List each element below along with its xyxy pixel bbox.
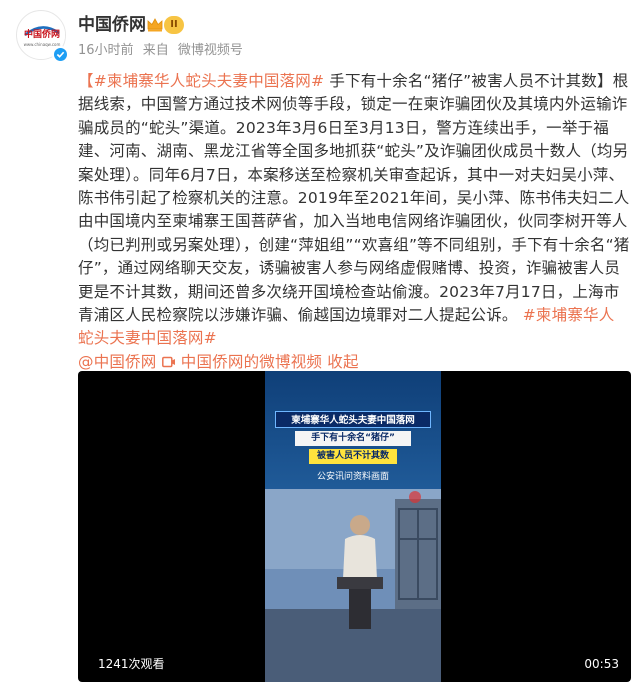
video-caption-3: 被害人员不计其数 (309, 449, 397, 464)
crown-badge-icon (146, 16, 164, 38)
video-frame-label: 公安讯问资料画面 (316, 472, 389, 482)
video-frame: 柬埔寨华人蛇头夫妻中国落网 手下有十余名“猪仔” 被害人员不计其数 公安讯问资料… (265, 371, 441, 682)
post-source[interactable]: 微博视频号 (178, 43, 243, 58)
video-link[interactable]: 中国侨网的微博视频 (161, 352, 328, 371)
headline-text: 手下有十余名“猪仔”被害人员不计其数】 (324, 72, 613, 90)
post-time[interactable]: 16小时前 (78, 43, 134, 58)
body-text: 根据线索，中国警方通过技术网侦等手段，锁定一在柬诈骗团伙及其境内外运输诈骗成员的… (78, 72, 630, 325)
interrogation-scene-image (265, 489, 441, 682)
post-content: 【#柬埔寨华人蛇头夫妻中国落网# 手下有十余名“猪仔”被害人员不计其数】根据线索… (78, 70, 630, 374)
video-icon (161, 356, 175, 368)
video-player[interactable]: 柬埔寨华人蛇头夫妻中国落网 手下有十余名“猪仔” 被害人员不计其数 公安讯问资料… (78, 371, 631, 682)
avatar-logo-text: 中国侨网 (23, 30, 60, 40)
verified-badge-icon (52, 46, 69, 63)
hashtag-link[interactable]: 【#柬埔寨华人蛇头夫妻中国落网# (78, 72, 324, 90)
video-duration: 00:53 (584, 657, 619, 671)
video-caption-2: 手下有十余名“猪仔” (295, 431, 411, 446)
level-badge: II (164, 16, 184, 34)
collapse-button[interactable]: 收起 (327, 353, 358, 371)
author-name[interactable]: 中国侨网 (78, 14, 146, 36)
source-prefix: 来自 (142, 43, 169, 58)
mention-link[interactable]: @中国侨网 (78, 353, 157, 371)
video-caption-1: 柬埔寨华人蛇头夫妻中国落网 (275, 411, 431, 428)
play-count: 1241次观看 (98, 657, 165, 671)
video-link-label: 中国侨网的微博视频 (180, 352, 323, 371)
post-meta: 16小时前 来自 微博视频号 (78, 42, 248, 60)
post-header: 中国侨网 www.chinaqw.com 中国侨网 II 16小时前 来自 微博… (0, 0, 640, 70)
